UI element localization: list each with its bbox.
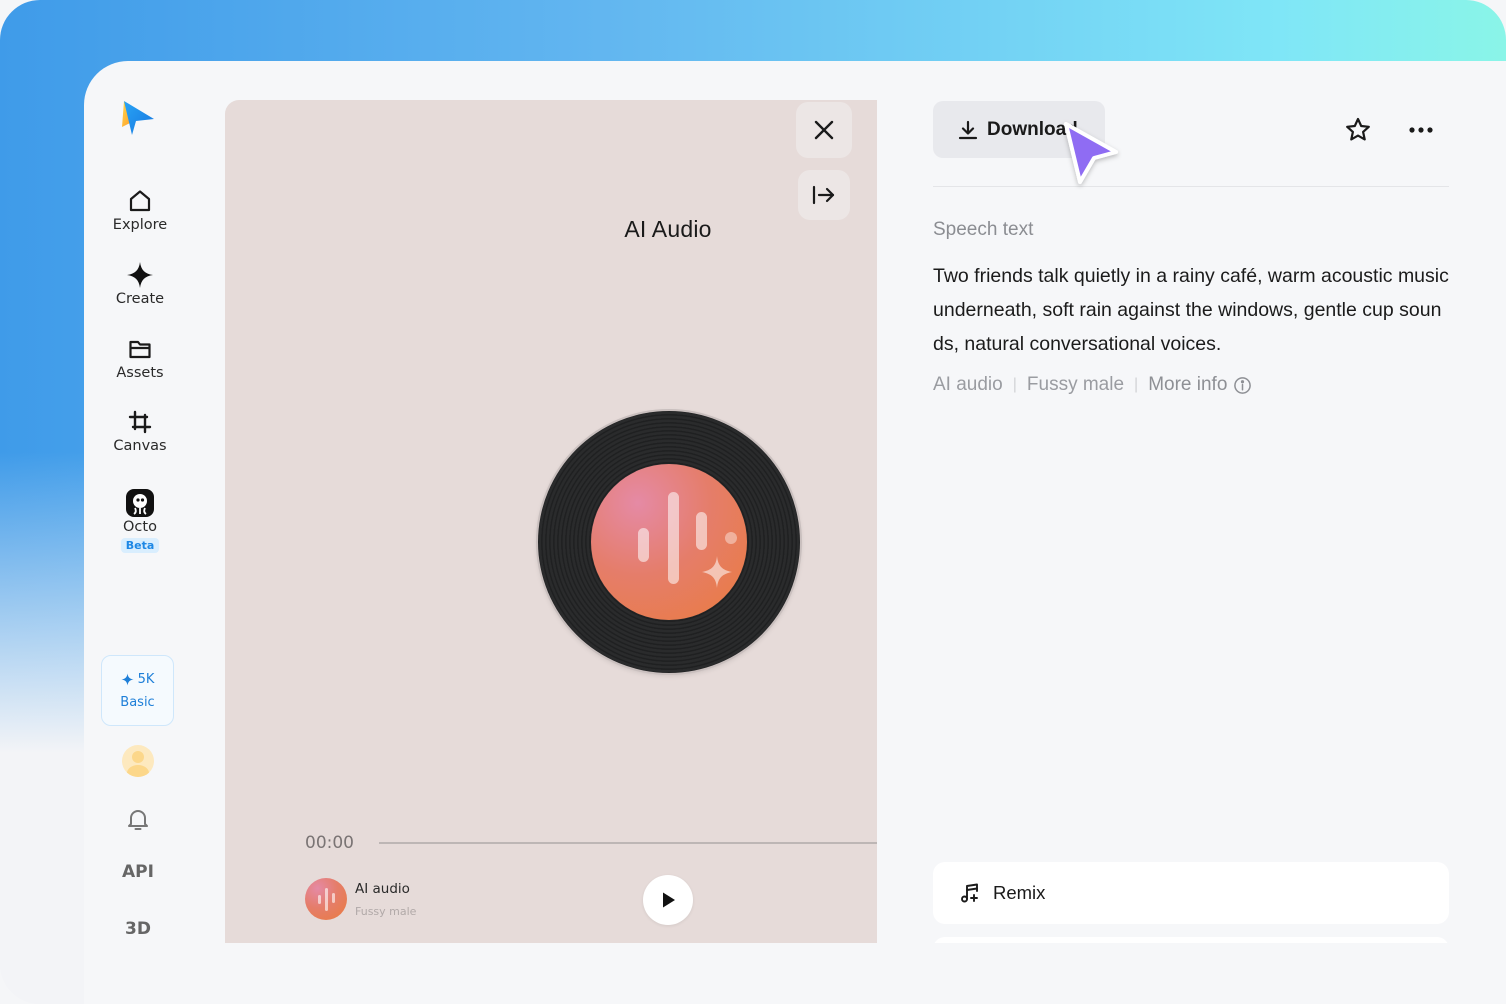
album-art (591, 464, 747, 620)
sidebar-item-explore[interactable]: Explore (98, 187, 182, 249)
sidebar-item-assets[interactable]: Assets (98, 335, 182, 397)
avatar[interactable] (122, 745, 154, 777)
meta-type: AI audio (933, 374, 1003, 395)
credits-value: 5K (137, 671, 155, 687)
user-avatar-icon (127, 751, 149, 777)
track-thumbnail (305, 878, 347, 920)
details-panel: Download Speech text Two friends talk qu… (933, 61, 1449, 1004)
star-icon (1346, 117, 1370, 141)
info-icon (1234, 376, 1252, 394)
sidebar: Explore Create Assets Canvas Octo Beta 5… (84, 61, 196, 1004)
play-icon (663, 892, 675, 908)
plan-label: Basic (120, 694, 155, 710)
more-options-button[interactable] (1406, 115, 1436, 145)
folder-icon (126, 335, 154, 363)
home-icon (126, 187, 154, 215)
remix-label: Remix (993, 882, 1046, 903)
audio-wave-sparkle-icon (638, 492, 737, 588)
favorite-button[interactable] (1343, 115, 1373, 145)
meta-voice: Fussy male (1026, 374, 1125, 395)
sparkle-icon (121, 672, 134, 686)
credits-plan-button[interactable]: 5K Basic (101, 655, 174, 726)
audio-player-panel: AI Audio 00:00 AI audio Fussy male (225, 100, 877, 943)
download-icon (958, 120, 978, 139)
remix-button[interactable]: Remix (933, 862, 1449, 924)
sidebar-item-label: Octo (123, 519, 157, 535)
app-logo-icon[interactable] (120, 99, 156, 137)
track-voice: Fussy male (355, 905, 417, 918)
meta-separator: | (1134, 376, 1139, 393)
sidebar-item-label: Canvas (113, 438, 167, 454)
meta-separator: | (1012, 376, 1017, 393)
track-title: AI audio (355, 881, 410, 897)
close-button[interactable] (796, 102, 852, 158)
canvas-grid-icon (126, 408, 154, 436)
vinyl-record (538, 411, 800, 673)
music-note-icon (961, 883, 978, 903)
speech-text-label: Speech text (933, 219, 1034, 240)
sidebar-item-label: Explore (112, 217, 168, 233)
credits-amount: 5K (121, 671, 155, 687)
more-info-link[interactable]: More info (1148, 374, 1252, 396)
mouse-cursor-icon (1064, 122, 1118, 184)
collapse-panel-button[interactable] (798, 170, 850, 220)
sidebar-item-label: Create (115, 291, 165, 307)
more-info-label: More info (1148, 374, 1228, 395)
speech-text: Two friends talk quietly in a rainy café… (933, 265, 1449, 355)
octo-icon (126, 489, 154, 517)
api-button[interactable]: API (108, 862, 168, 882)
sidebar-item-create[interactable]: Create (98, 261, 182, 323)
sidebar-item-label: Assets (116, 365, 164, 381)
audio-wave-icon (318, 888, 335, 911)
arrow-right-to-line-icon (812, 185, 835, 205)
sidebar-item-octo[interactable]: Octo Beta (98, 489, 182, 569)
audio-meta: AI audio | Fussy male | More info (933, 374, 1252, 396)
3d-button[interactable]: 3D (108, 919, 168, 939)
app-window: Explore Create Assets Canvas Octo Beta 5… (84, 61, 1506, 1004)
progress-bar[interactable] (379, 842, 877, 844)
more-horizontal-icon (1409, 127, 1433, 133)
header-divider (933, 186, 1449, 187)
play-button[interactable] (643, 875, 693, 925)
sidebar-item-canvas[interactable]: Canvas (98, 408, 182, 470)
playback-time: 00:00 (305, 833, 354, 853)
window-footer (84, 943, 1506, 1004)
bell-icon[interactable] (124, 805, 152, 833)
close-icon (814, 120, 834, 140)
sparkle-icon (126, 261, 154, 289)
beta-badge: Beta (120, 538, 160, 553)
